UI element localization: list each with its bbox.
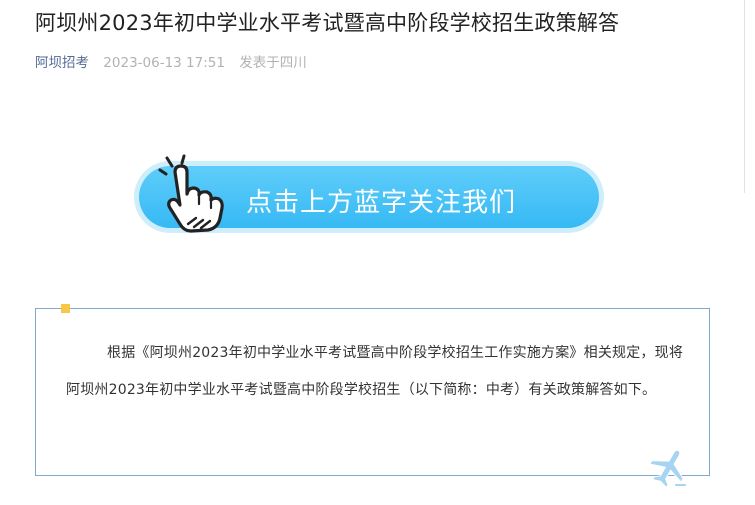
article-meta: 阿坝招考 2023-06-13 17:51 发表于四川 (35, 51, 307, 71)
corner-accent-square (61, 304, 70, 313)
intro-quote-box: 根据《阿坝州2023年初中学业水平考试暨高中阶段学校招生工作实施方案》相关规定，… (35, 308, 710, 476)
follow-banner-text: 点击上方蓝字关注我们 (246, 188, 517, 218)
airplane-icon (649, 449, 686, 489)
intro-paragraph: 根据《阿坝州2023年初中学业水平考试暨高中阶段学校招生工作实施方案》相关规定，… (66, 345, 684, 398)
article-page: 阿坝州2023年初中学业水平考试暨高中阶段学校招生政策解答 阿坝招考 2023-… (0, 0, 755, 505)
publish-time: 2023-06-13 17:51 (103, 55, 225, 71)
pointing-hand-icon (158, 154, 224, 233)
sidebar-divider (744, 0, 745, 193)
account-name-link[interactable]: 阿坝招考 (35, 55, 89, 71)
article-title: 阿坝州2023年初中学业水平考试暨高中阶段学校招生政策解答 (35, 11, 620, 35)
publish-location: 发表于四川 (239, 55, 307, 71)
